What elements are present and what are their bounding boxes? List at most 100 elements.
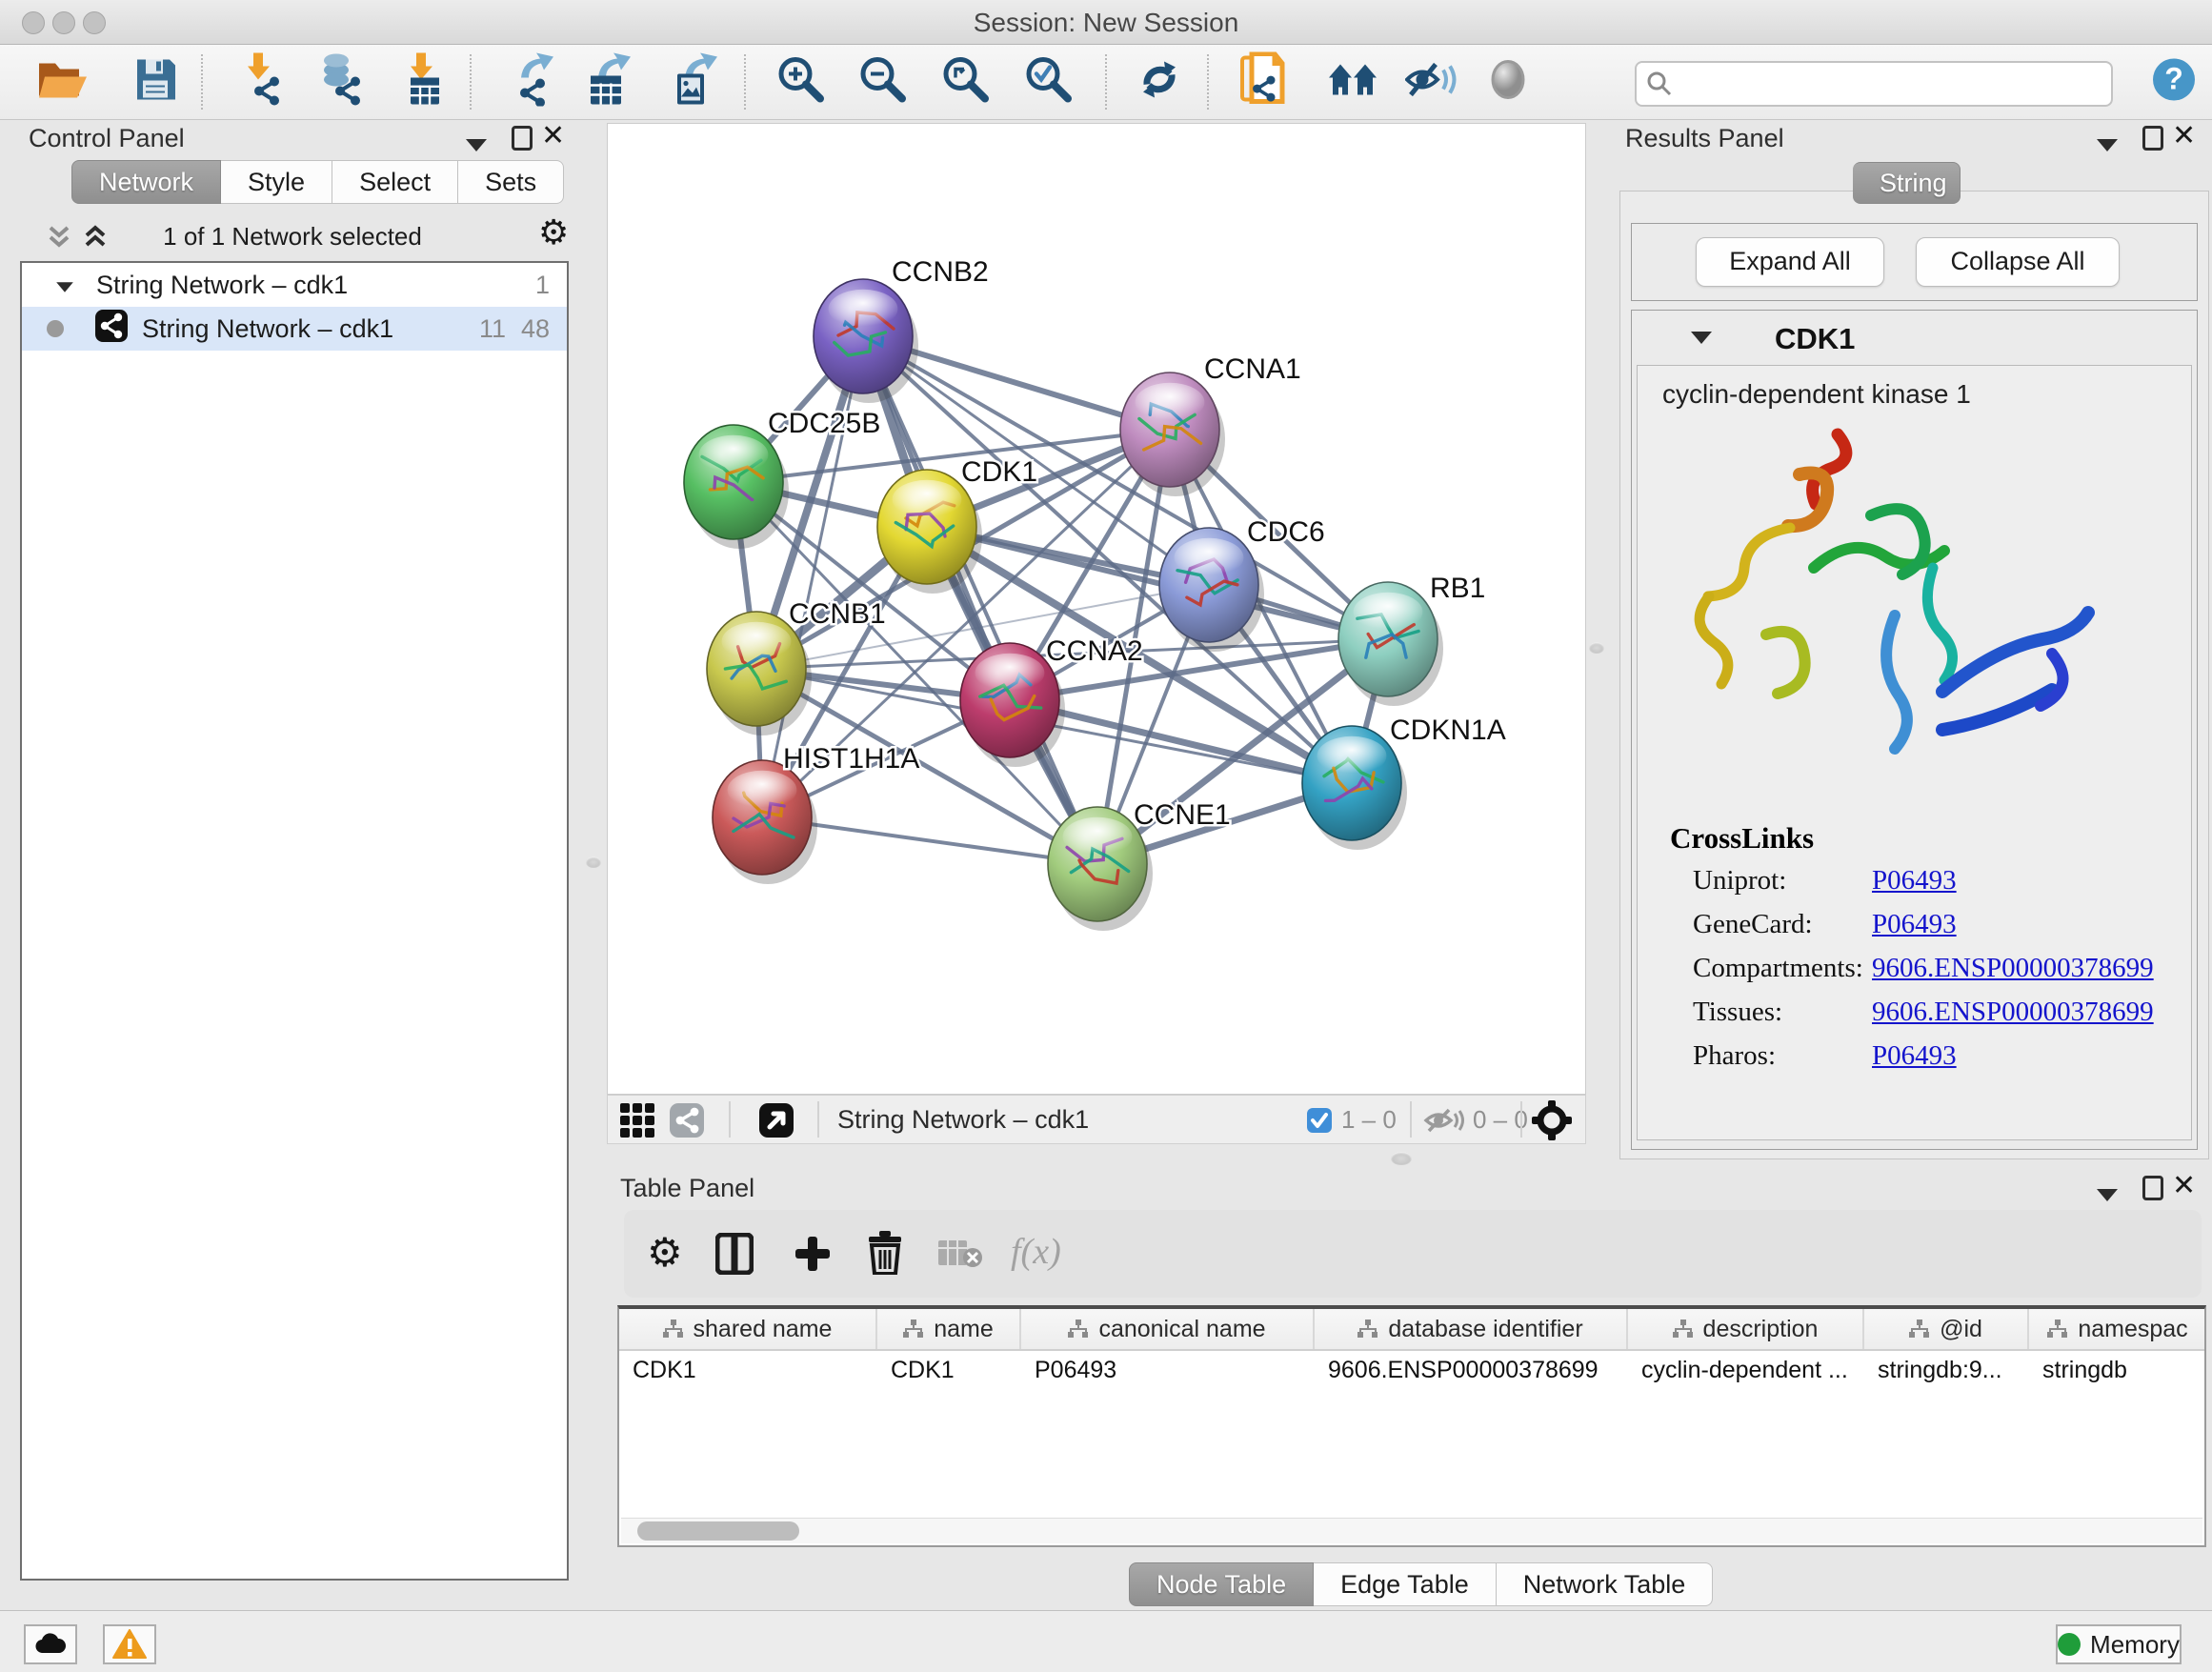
table-panel-float-icon[interactable] <box>2142 1176 2163 1204</box>
share-network-icon[interactable] <box>669 1102 705 1143</box>
node-CDKN1A[interactable]: CDKN1A <box>1302 715 1506 850</box>
node-CCNA1[interactable]: CCNA1 <box>1120 353 1301 496</box>
table-panel-close-icon[interactable]: ✕ <box>2172 1172 2196 1200</box>
cell-shared-name[interactable]: CDK1 <box>619 1351 877 1389</box>
search-input[interactable] <box>1679 65 2101 101</box>
cell-@id[interactable]: stringdb:9... <box>1864 1351 2029 1389</box>
crosslink-uniprot-link[interactable]: P06493 <box>1872 865 1957 896</box>
column-header-description[interactable]: description <box>1628 1309 1864 1349</box>
export-network-icon[interactable] <box>513 53 561 111</box>
results-panel-close-icon[interactable]: ✕ <box>2172 122 2196 151</box>
birdseye-grid-icon[interactable] <box>619 1102 655 1143</box>
zoom-selected-icon[interactable] <box>1026 57 1072 108</box>
toggle-columns-icon[interactable] <box>715 1233 754 1279</box>
left-splitter-handle[interactable] <box>586 856 601 868</box>
graphics-details-icon[interactable] <box>1327 59 1380 106</box>
tab-network[interactable]: Network <box>71 160 221 204</box>
network-view-canvas[interactable]: CCNB2 CCNA1 CDC25B CDK1 CDC6 RB1 CCNB1 <box>607 123 1586 1095</box>
collection-expand-icon[interactable] <box>54 271 75 300</box>
column-header-name[interactable]: name <box>877 1309 1021 1349</box>
node-CDK1[interactable]: CDK1 <box>877 456 1037 594</box>
cell-namespac[interactable]: stringdb <box>2029 1351 2206 1389</box>
memory-button[interactable]: Memory <box>2056 1624 2182 1664</box>
reposition-crosshair-icon[interactable] <box>1532 1100 1572 1145</box>
zoom-fit-icon[interactable] <box>943 57 989 108</box>
save-session-icon[interactable] <box>133 58 177 107</box>
crosslink-tissues-link[interactable]: 9606.ENSP00000378699 <box>1872 997 2154 1028</box>
search-box[interactable] <box>1635 61 2113 107</box>
control-panel-float-icon[interactable] <box>512 126 533 154</box>
first-neighbors-icon[interactable] <box>1238 52 1286 112</box>
edge[interactable] <box>863 336 1097 864</box>
control-panel-collapse-icon[interactable] <box>466 131 487 155</box>
column-header-namespac[interactable]: namespac <box>2029 1309 2206 1349</box>
show-all-icon[interactable] <box>1487 59 1529 106</box>
column-header-database-identifier[interactable]: database identifier <box>1315 1309 1628 1349</box>
import-network-database-icon[interactable] <box>317 53 365 111</box>
expand-all-button[interactable]: Expand All <box>1696 237 1884 287</box>
tab-select[interactable]: Select <box>332 160 458 204</box>
cell-database-identifier[interactable]: 9606.ENSP00000378699 <box>1315 1351 1628 1389</box>
node-label: CCNB1 <box>789 598 886 630</box>
scrollbar-thumb[interactable] <box>637 1521 799 1541</box>
tab-sets[interactable]: Sets <box>458 160 564 204</box>
add-column-icon[interactable] <box>794 1235 832 1278</box>
table-row[interactable]: CDK1CDK1P064939606.ENSP00000378699cyclin… <box>619 1351 2204 1389</box>
export-image-icon[interactable] <box>670 53 719 111</box>
node-CCNE1[interactable]: CCNE1 <box>1048 799 1231 931</box>
cloud-status-button[interactable] <box>24 1624 77 1664</box>
node-RB1[interactable]: RB1 <box>1338 573 1485 706</box>
tab-style[interactable]: Style <box>221 160 332 204</box>
title-bar: Session: New Session <box>0 0 2212 45</box>
table-horizontal-scrollbar[interactable] <box>621 1518 2202 1543</box>
tab-node-table[interactable]: Node Table <box>1129 1562 1314 1606</box>
warning-status-button[interactable] <box>103 1624 156 1664</box>
node-CDC6[interactable]: CDC6 <box>1159 516 1325 652</box>
cell-canonical-name[interactable]: P06493 <box>1021 1351 1315 1389</box>
cell-name[interactable]: CDK1 <box>877 1351 1021 1389</box>
zoom-out-icon[interactable] <box>860 57 906 108</box>
table-panel-collapse-icon[interactable] <box>2097 1180 2118 1205</box>
tab-string[interactable]: String <box>1853 162 1961 204</box>
selected-checkbox-icon[interactable] <box>1306 1107 1333 1138</box>
refresh-icon[interactable] <box>1137 58 1181 107</box>
node-table[interactable]: shared name name canonical name database… <box>617 1305 2206 1547</box>
control-panel-close-icon[interactable]: ✕ <box>541 122 565 151</box>
crosslink-label: Uniprot: <box>1693 865 1786 896</box>
right-splitter-handle[interactable] <box>1589 642 1604 654</box>
table-options-gear-icon[interactable]: ⚙ <box>647 1233 683 1273</box>
cell-description[interactable]: cyclin-dependent ... <box>1628 1351 1864 1389</box>
collapse-all-button[interactable]: Collapse All <box>1916 237 2120 287</box>
column-header-shared-name[interactable]: shared name <box>619 1309 877 1349</box>
open-session-icon[interactable] <box>37 58 89 107</box>
network-collection-row[interactable]: String Network – cdk1 1 <box>22 263 567 307</box>
zoom-in-icon[interactable] <box>778 57 824 108</box>
import-table-file-icon[interactable] <box>403 53 445 111</box>
delete-column-trash-icon[interactable] <box>867 1231 903 1279</box>
crosslink-genecard-link[interactable]: P06493 <box>1872 909 1957 940</box>
crosslink-pharos-link[interactable]: P06493 <box>1872 1040 1957 1072</box>
column-header-@id[interactable]: @id <box>1864 1309 2029 1349</box>
node-label: CCNA1 <box>1204 353 1301 385</box>
export-table-icon[interactable] <box>585 53 634 111</box>
node-CDC25B[interactable]: CDC25B <box>684 408 880 549</box>
node-CCNB1[interactable]: CCNB1 <box>707 598 886 735</box>
results-panel-collapse-icon[interactable] <box>2097 131 2118 155</box>
help-icon[interactable]: ? <box>2152 58 2196 107</box>
import-network-file-icon[interactable] <box>242 53 286 111</box>
export-view-icon[interactable] <box>758 1102 794 1143</box>
network-row[interactable]: String Network – cdk1 11 48 <box>22 307 567 351</box>
crosslink-compartments-link[interactable]: 9606.ENSP00000378699 <box>1872 953 2154 984</box>
hide-selected-icon[interactable] <box>1405 59 1457 106</box>
gene-collapse-icon[interactable] <box>1691 332 1712 349</box>
node-label: CDC25B <box>768 408 880 439</box>
network-options-gear-icon[interactable]: ⚙ <box>538 216 569 251</box>
node-CCNB2[interactable]: CCNB2 <box>814 256 989 403</box>
results-panel-float-icon[interactable] <box>2142 126 2163 154</box>
tab-network-table[interactable]: Network Table <box>1497 1562 1714 1606</box>
edge-count: 48 <box>521 314 550 344</box>
column-header-canonical-name[interactable]: canonical name <box>1021 1309 1315 1349</box>
node-HIST1H1A[interactable]: HIST1H1A <box>713 743 919 884</box>
tab-edge-table[interactable]: Edge Table <box>1314 1562 1497 1606</box>
horizontal-splitter-handle[interactable] <box>1391 1152 1412 1165</box>
